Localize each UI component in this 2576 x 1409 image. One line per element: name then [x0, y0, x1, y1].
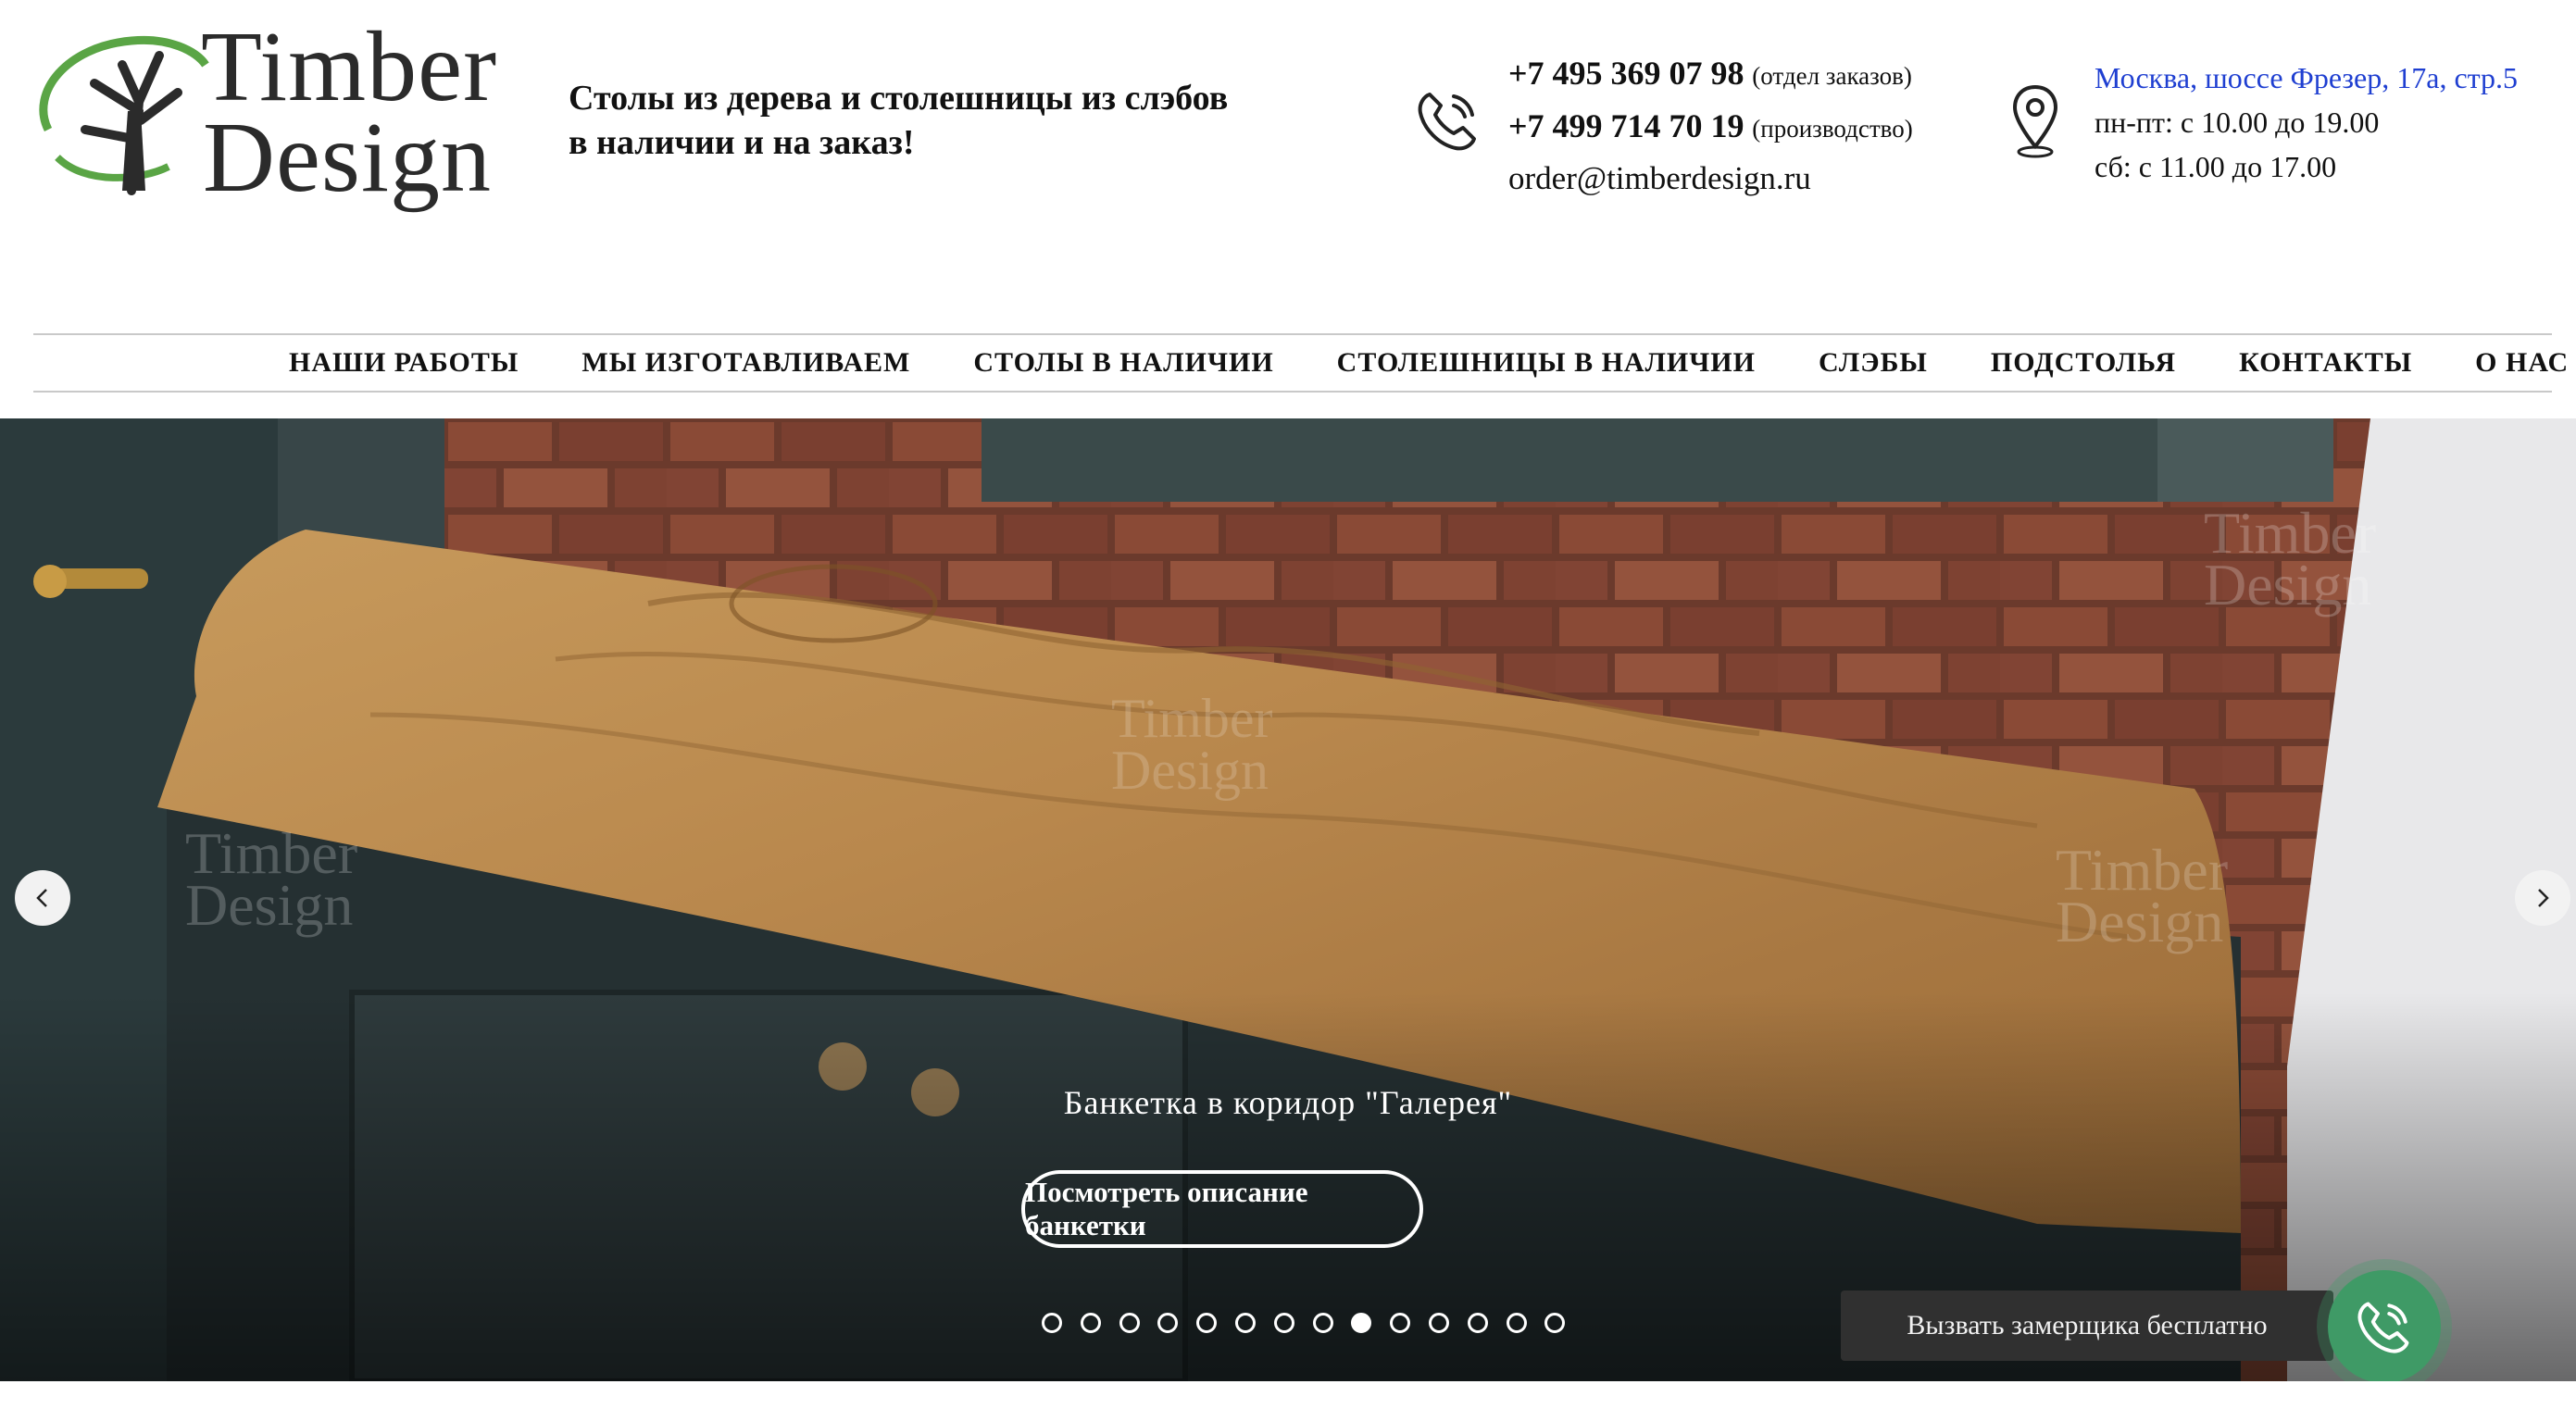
phone-production-number[interactable]: +7 499 714 70 19 — [1508, 107, 1744, 144]
contacts-block: +7 495 369 07 98 (отдел заказов) +7 499 … — [1508, 48, 1913, 204]
chevron-left-icon — [36, 889, 47, 907]
slider-dot[interactable] — [1544, 1313, 1566, 1333]
callback-button[interactable] — [2328, 1270, 2441, 1381]
tagline-line-1: Столы из дерева и столешницы из слэбов — [569, 79, 1229, 118]
watermark-line-2: Design — [1111, 740, 1269, 801]
nav-item-table-bases[interactable]: ПОДСТОЛЬЯ — [1991, 347, 2176, 379]
hero-slider[interactable]: Timber Design Timber Design Timber Desig… — [0, 418, 2576, 1381]
address-block: Москва, шоссе Фрезер, 17а, стр.5 пн-пт: … — [2095, 56, 2518, 189]
phone-orders-note: (отдел заказов) — [1752, 62, 1912, 90]
nav-item-tables-in-stock[interactable]: СТОЛЫ В НАЛИЧИИ — [973, 347, 1273, 379]
view-description-button[interactable]: Посмотреть описание банкетки — [1021, 1170, 1423, 1248]
phone-icon — [1418, 93, 1476, 151]
phone-icon — [2357, 1302, 2409, 1353]
map-pin-icon — [2012, 84, 2058, 158]
slider-dot[interactable] — [1080, 1313, 1101, 1333]
slider-dot[interactable] — [1042, 1313, 1062, 1333]
slider-dot[interactable] — [1506, 1313, 1527, 1333]
slider-next-button[interactable] — [2515, 870, 2570, 926]
slider-dot[interactable] — [1234, 1313, 1256, 1333]
slide-caption: Банкетка в коридор "Галерея" — [1063, 1084, 1513, 1121]
site-header: Timber Design Столы из дерева и столешни… — [0, 0, 2576, 393]
chevron-right-icon — [2538, 889, 2549, 907]
logo-line-1: Timber — [201, 12, 498, 122]
watermark: Timber Design — [2204, 504, 2376, 617]
phone-production[interactable]: +7 499 714 70 19 (производство) — [1508, 101, 1913, 154]
watermark-line-2: Design — [2056, 889, 2224, 954]
nav-item-our-works[interactable]: НАШИ РАБОТЫ — [289, 347, 519, 379]
slider-dot[interactable] — [1157, 1313, 1179, 1333]
watermark: Timber Design — [1111, 688, 1273, 801]
phone-orders-number[interactable]: +7 495 369 07 98 — [1508, 55, 1744, 92]
nav-item-contacts[interactable]: КОНТАКТЫ — [2239, 347, 2412, 379]
watermark-line-2: Design — [2204, 552, 2372, 617]
nav-item-tabletops-in-stock[interactable]: СТОЛЕШНИЦЫ В НАЛИЧИИ — [1337, 347, 1756, 379]
callback-label[interactable]: Вызвать замерщика бесплатно — [1841, 1291, 2333, 1361]
hours-weekdays: пн-пт: с 10.00 до 19.00 — [2095, 106, 2380, 139]
slider-dot[interactable] — [1273, 1313, 1294, 1333]
watermark: Timber Design — [185, 824, 357, 938]
slider-dot[interactable] — [1119, 1313, 1140, 1333]
slider-dot[interactable] — [1351, 1313, 1372, 1333]
slider-dot[interactable] — [1467, 1313, 1488, 1333]
watermark-line-2: Design — [185, 872, 354, 938]
phone-orders[interactable]: +7 495 369 07 98 (отдел заказов) — [1508, 48, 1913, 101]
logo-line-2: Design — [203, 103, 492, 213]
site-logo[interactable]: Timber Design — [30, 12, 511, 217]
slider-dot[interactable] — [1196, 1313, 1218, 1333]
nav-item-slabs[interactable]: СЛЭБЫ — [1819, 347, 1928, 379]
main-nav: НАШИ РАБОТЫ МЫ ИЗГОТАВЛИВАЕМ СТОЛЫ В НАЛ… — [33, 333, 2568, 393]
hours-saturday: сб: с 11.00 до 17.00 — [2095, 150, 2337, 183]
slider-pagination — [1042, 1313, 1583, 1333]
tagline: Столы из дерева и столешницы из слэбов в… — [569, 76, 1291, 165]
slider-dot[interactable] — [1428, 1313, 1449, 1333]
slider-prev-button[interactable] — [15, 870, 70, 926]
slider-dot[interactable] — [1390, 1313, 1411, 1333]
nav-item-about[interactable]: О НАС — [2475, 347, 2569, 379]
slider-dot[interactable] — [1312, 1313, 1333, 1333]
tagline-line-2: в наличии и на заказ! — [569, 123, 915, 162]
tree-logo-icon — [39, 35, 209, 195]
watermark-line-1: Timber — [1111, 688, 1273, 749]
watermark: Timber Design — [2056, 841, 2228, 954]
address-link[interactable]: Москва, шоссе Фрезер, 17а, стр.5 — [2095, 56, 2518, 100]
email-link[interactable]: order@timberdesign.ru — [1508, 154, 1913, 204]
logo-wordmark: Timber Design — [201, 12, 498, 213]
phone-production-note: (производство) — [1752, 115, 1913, 143]
nav-item-we-make[interactable]: МЫ ИЗГОТАВЛИВАЕМ — [581, 347, 910, 379]
